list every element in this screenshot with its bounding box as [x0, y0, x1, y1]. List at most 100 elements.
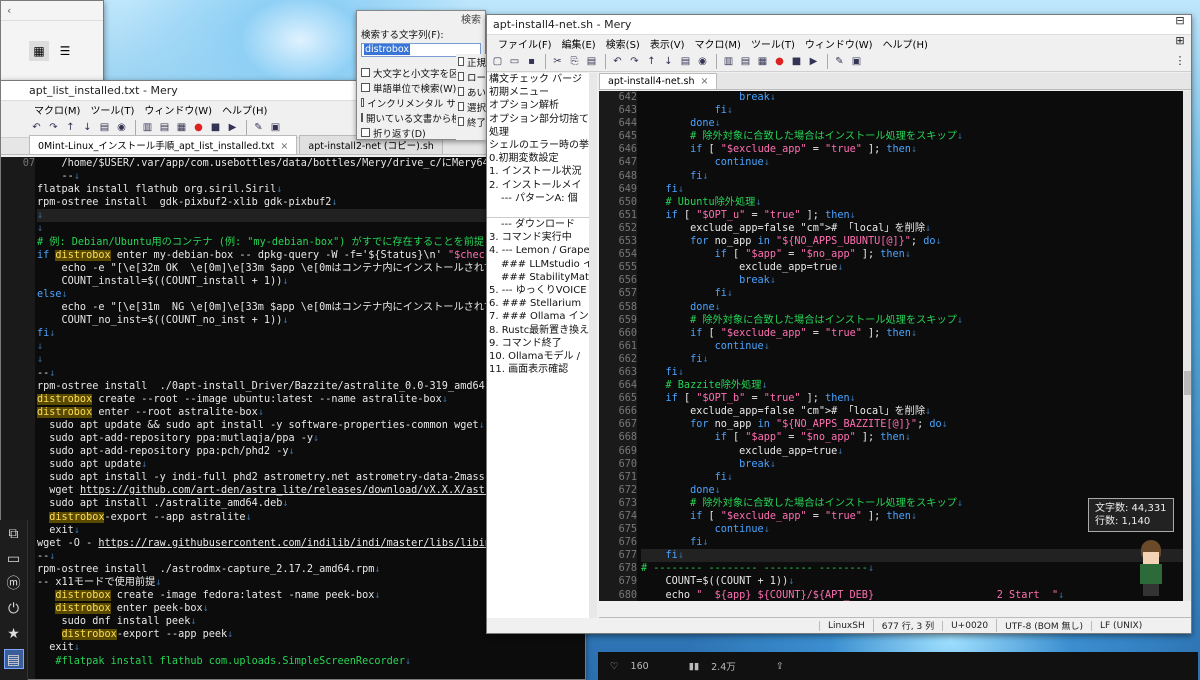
- status-line-ending[interactable]: LF (UNIX): [1091, 620, 1150, 631]
- record-icon[interactable]: ●: [191, 120, 206, 135]
- cut-icon[interactable]: ✂: [550, 54, 565, 69]
- mascot-character[interactable]: [1134, 540, 1168, 604]
- outline-item[interactable]: 2. インストールメイ: [487, 179, 596, 192]
- menu-macro[interactable]: マクロ(M): [29, 102, 85, 117]
- menu-window[interactable]: ウィンドウ(W): [139, 102, 217, 117]
- code-line[interactable]: # 除外対象に合致した場合はインストール処理をスキップ↓: [641, 130, 1183, 143]
- layout3-icon[interactable]: ▦: [174, 120, 189, 135]
- window-switch-icon[interactable]: ⧉: [4, 524, 24, 544]
- code-line[interactable]: # Bazzite除外処理↓: [641, 379, 1183, 392]
- menu-edit[interactable]: 編集(E): [557, 36, 601, 51]
- code-line[interactable]: exclude_app=true↓: [641, 445, 1183, 458]
- checkbox[interactable]: [458, 87, 464, 96]
- code-line[interactable]: break↓: [641, 458, 1183, 471]
- checkbox[interactable]: [361, 113, 363, 122]
- code-line[interactable]: if [ "$app" = "$no_app" ]; then↓: [641, 431, 1183, 444]
- outline-item[interactable]: オプション部分切捨て: [487, 113, 596, 126]
- copy-icon[interactable]: ⎘: [567, 54, 582, 69]
- outline-item[interactable]: ### StabilityMatr: [487, 271, 596, 284]
- outline-item[interactable]: 4. --- Lemon / Grape: [487, 244, 596, 257]
- code-line[interactable]: done↓: [641, 301, 1183, 314]
- up-icon[interactable]: ↑: [644, 54, 659, 69]
- code-line[interactable]: # Ubuntu除外処理↓: [641, 196, 1183, 209]
- up-icon[interactable]: ↑: [63, 120, 78, 135]
- code-line[interactable]: break↓: [641, 91, 1183, 104]
- code-line[interactable]: fi↓: [641, 536, 1183, 549]
- scrollbar-thumb[interactable]: [1184, 371, 1191, 395]
- status-position[interactable]: 677 行, 3 列: [872, 619, 942, 632]
- taskbar-editor-icon[interactable]: ▤: [3, 649, 24, 669]
- redo-icon[interactable]: ↷: [627, 54, 642, 69]
- code-line[interactable]: break↓: [641, 274, 1183, 287]
- page-icon[interactable]: ▤: [97, 120, 112, 135]
- terminal-icon[interactable]: ▭: [4, 549, 24, 569]
- menu-view[interactable]: 表示(V): [645, 36, 690, 51]
- code-line[interactable]: if [ "$exclude_app" = "true" ]; then↓: [641, 327, 1183, 340]
- option-ai[interactable]: あい: [456, 84, 486, 99]
- checkbox[interactable]: [458, 102, 464, 111]
- code-line[interactable]: echo " ${app} ${COUNT}/${APT_DEB} 2 Star…: [641, 589, 1183, 601]
- outline-item[interactable]: 6. ### Stellarium: [487, 297, 596, 310]
- stop-icon[interactable]: ■: [789, 54, 804, 69]
- power-icon[interactable]: ⏻: [4, 599, 24, 619]
- menu-help[interactable]: ヘルプ(H): [878, 36, 933, 51]
- outline-item[interactable]: シェルのエラー時の挙: [487, 139, 596, 152]
- new-file-icon[interactable]: ▢: [490, 54, 505, 69]
- checkbox[interactable]: [458, 117, 464, 126]
- outline-item[interactable]: 11. 画面表示確認: [487, 363, 596, 376]
- outline-item[interactable]: 1. インストール状況: [487, 165, 596, 178]
- menu-tools[interactable]: ツール(T): [746, 36, 800, 51]
- down-icon[interactable]: ↓: [661, 54, 676, 69]
- checkbox[interactable]: [458, 72, 464, 81]
- close-icon[interactable]: ×: [701, 76, 709, 87]
- outline-item[interactable]: 初期メニュー: [487, 86, 596, 99]
- outline-item[interactable]: [487, 204, 596, 219]
- outline-item[interactable]: 7. ### Ollama イン: [487, 310, 596, 323]
- layout-icon[interactable]: ▥: [140, 120, 155, 135]
- pin-icon[interactable]: ✎: [251, 120, 266, 135]
- checkbox[interactable]: [458, 57, 464, 66]
- tab-apt-install4[interactable]: apt-install4-net.sh ×: [599, 73, 718, 89]
- checkbox[interactable]: [361, 83, 370, 92]
- undo-icon[interactable]: ↶: [29, 120, 44, 135]
- grid-view-icon[interactable]: ▦: [29, 41, 49, 61]
- paste-icon[interactable]: ▤: [584, 54, 599, 69]
- outline-item[interactable]: 3. コマンド実行中: [487, 231, 596, 244]
- option-select[interactable]: 選択: [456, 99, 486, 114]
- menu-window[interactable]: ウィンドウ(W): [800, 36, 878, 51]
- code-line[interactable]: continue↓: [641, 340, 1183, 353]
- outline-item[interactable]: 処理: [487, 126, 596, 139]
- checkbox[interactable]: [361, 128, 370, 137]
- outline-item[interactable]: 5. --- ゆっくりVOICE: [487, 284, 596, 297]
- mint-logo-icon[interactable]: ⓜ: [4, 574, 24, 594]
- stop-icon[interactable]: ■: [208, 120, 223, 135]
- code-line[interactable]: fi↓: [641, 353, 1183, 366]
- globe-icon[interactable]: ◉: [114, 120, 129, 135]
- page-icon[interactable]: ▤: [678, 54, 693, 69]
- code-line[interactable]: exclude_app=false "cm"># 「local」を削除↓: [641, 222, 1183, 235]
- outline-item[interactable]: --- パターンA: 個: [487, 192, 596, 205]
- outline-item[interactable]: 8. Rustc最新置き換え: [487, 324, 596, 337]
- menu-tools[interactable]: ツール(T): [85, 102, 139, 117]
- outline-item[interactable]: --- ダウンロード: [487, 218, 596, 231]
- menu-file[interactable]: ファイル(F): [493, 36, 557, 51]
- outline-scrollbar[interactable]: [589, 73, 597, 618]
- window-icon[interactable]: ▣: [849, 54, 864, 69]
- globe-icon[interactable]: ◉: [695, 54, 710, 69]
- code-line[interactable]: for no_app in "${NO_APPS_UBUNTU[@]}"; do…: [641, 235, 1183, 248]
- code-line[interactable]: # 除外対象に合致した場合はインストール処理をスキップ↓: [641, 314, 1183, 327]
- save-icon[interactable]: ▪: [524, 54, 539, 69]
- code-line[interactable]: continue↓: [641, 156, 1183, 169]
- code-line[interactable]: if [ "$app" = "$no_app" ]; then↓: [641, 248, 1183, 261]
- code-line[interactable]: exclude_app=true↓: [641, 261, 1183, 274]
- menu-search[interactable]: 検索(S): [601, 36, 645, 51]
- back-arrow-icon[interactable]: ‹: [7, 4, 11, 17]
- code-line[interactable]: done↓: [641, 117, 1183, 130]
- list-view-icon[interactable]: ☰: [55, 41, 75, 61]
- outline-item[interactable]: オプション解析: [487, 99, 596, 112]
- code-line[interactable]: # -------- -------- -------- --------↓: [641, 562, 1183, 575]
- menu-help[interactable]: ヘルプ(H): [217, 102, 272, 117]
- code-line[interactable]: exclude_app=false "cm"># 「local」を削除↓: [641, 405, 1183, 418]
- status-encoding[interactable]: UTF-8 (BOM 無し): [996, 619, 1091, 632]
- status-language[interactable]: LinuxSH: [819, 620, 873, 631]
